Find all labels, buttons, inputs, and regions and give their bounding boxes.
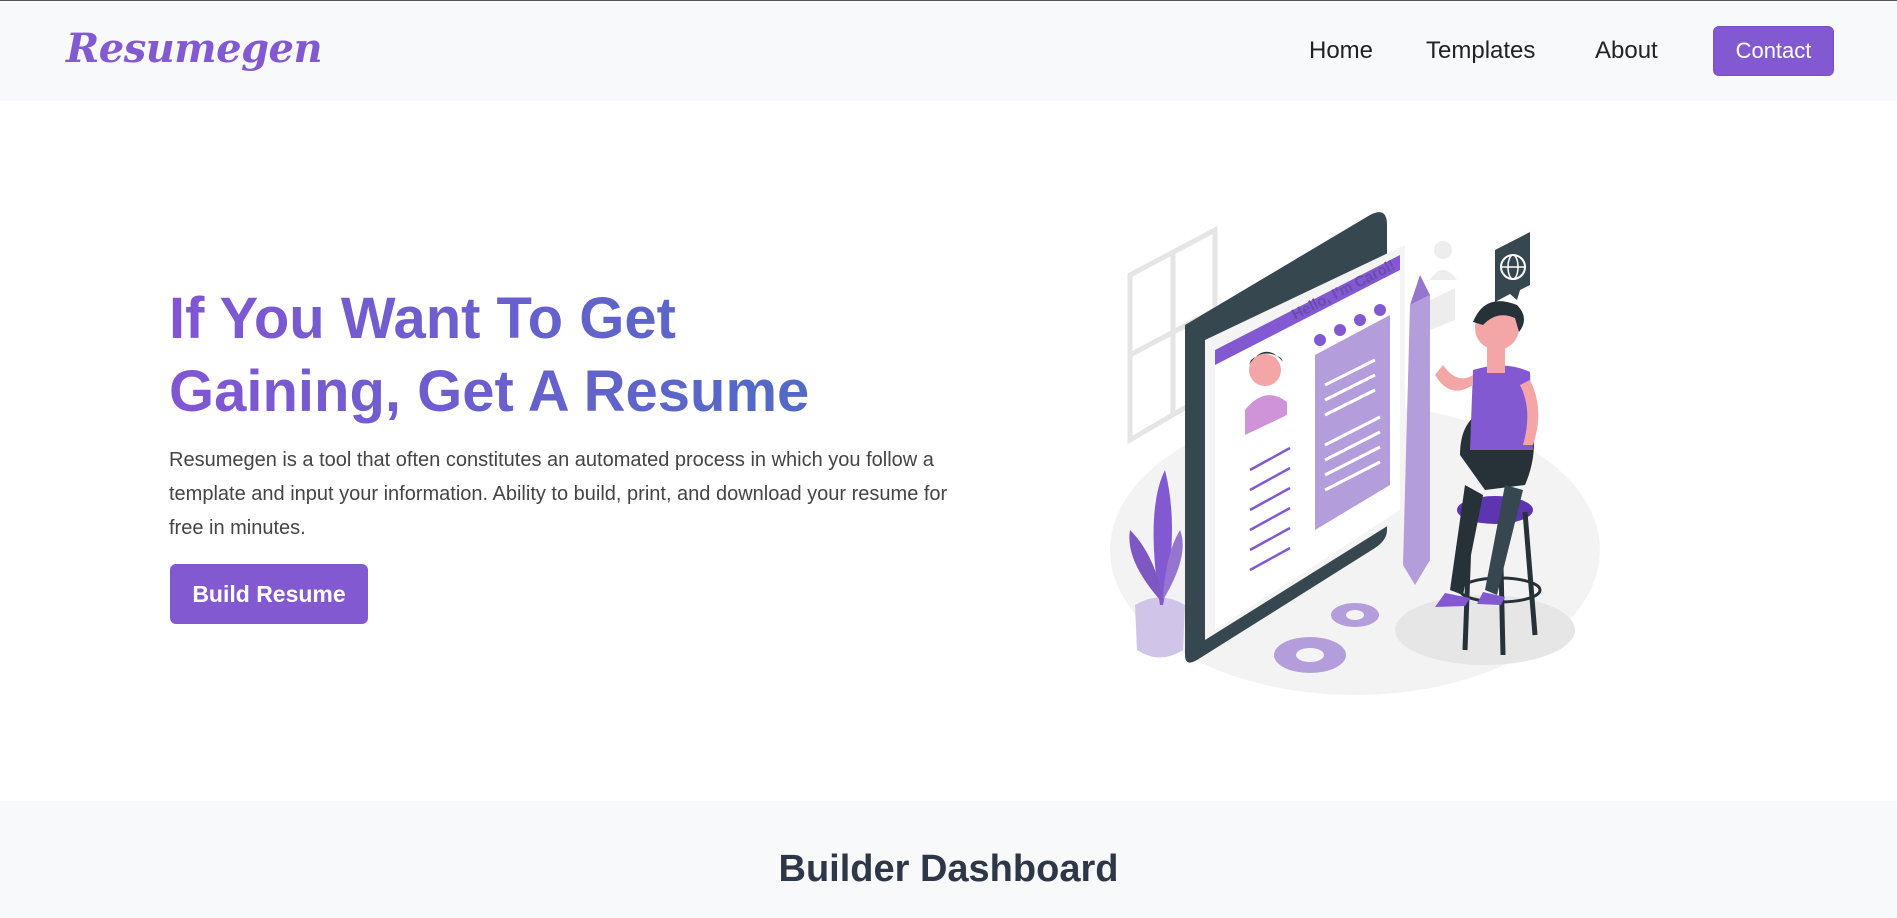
hero-title-line-1: If You Want To Get bbox=[169, 286, 676, 351]
nav-link-templates[interactable]: Templates bbox=[1426, 37, 1535, 65]
build-resume-button[interactable]: Build Resume bbox=[170, 564, 368, 624]
hero-title: If You Want To Get Gaining, Get A Resume bbox=[169, 282, 889, 428]
nav-link-about[interactable]: About bbox=[1595, 37, 1658, 65]
resume-builder-illustration: Hello, I'm Carol! bbox=[1110, 212, 1600, 695]
navbar: Resumegen Home Templates About Contact bbox=[0, 1, 1897, 101]
builder-dashboard-title: Builder Dashboard bbox=[778, 848, 1119, 890]
brand-logo[interactable]: Resumegen bbox=[66, 25, 323, 72]
nav-link-home[interactable]: Home bbox=[1309, 37, 1373, 65]
hero-description: Resumegen is a tool that often constitut… bbox=[169, 449, 948, 539]
hero-title-line-2: Gaining, Get A Resume bbox=[169, 359, 810, 424]
contact-button[interactable]: Contact bbox=[1713, 26, 1834, 76]
